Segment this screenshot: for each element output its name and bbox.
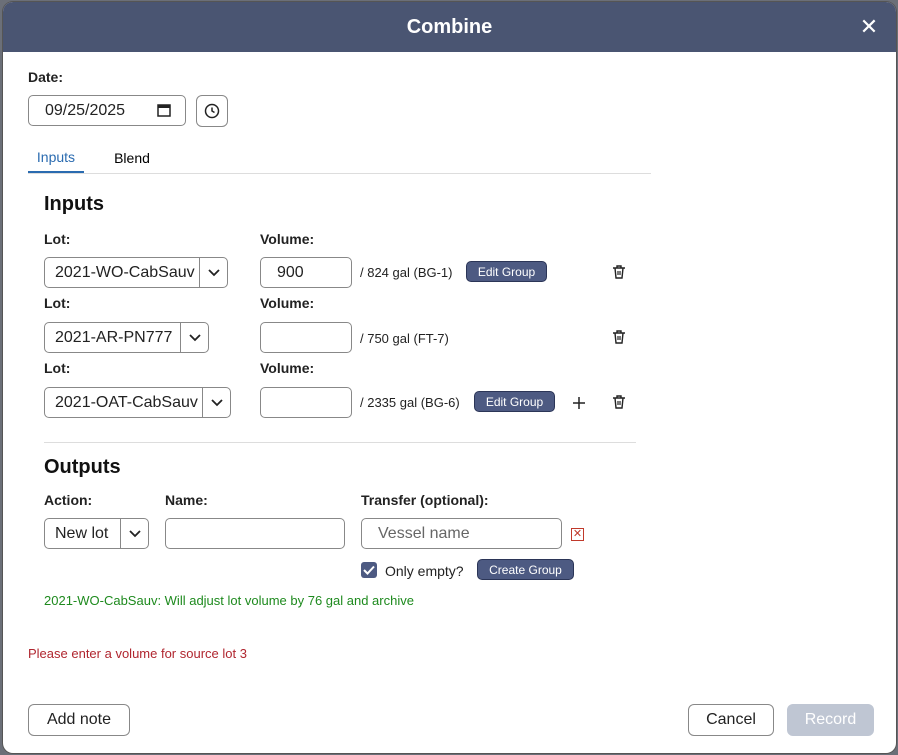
lot-select-value: 2021-OAT-CabSauv [55,393,198,411]
volume-label: Volume: [260,231,315,247]
lot-label: Lot: [44,295,71,311]
volume-input-2[interactable] [260,322,352,353]
cancel-button[interactable]: Cancel [688,704,774,736]
chevron-down-icon [202,388,230,417]
transfer-label: Transfer (optional): [361,492,489,508]
name-label: Name: [165,492,208,508]
info-message: 2021-WO-CabSauv: Will adjust lot volume … [44,593,414,608]
volume-capacity: / 750 gal (FT-7) [360,331,449,346]
lot-select-value: 2021-AR-PN777 [55,328,173,346]
lot-select-1[interactable]: 2021-WO-CabSauv [44,257,228,288]
lot-select-3[interactable]: 2021-OAT-CabSauv [44,387,231,418]
outputs-heading: Outputs [44,456,121,478]
calendar-icon[interactable] [157,103,171,117]
volume-input-1[interactable]: 900 [260,257,352,288]
check-icon [363,565,375,575]
date-input[interactable]: 09/25/2025 [28,95,186,126]
record-button[interactable]: Record [787,704,874,736]
action-select-value: New lot [55,524,109,542]
create-group-button[interactable]: Create Group [477,559,574,580]
action-label: Action: [44,492,93,508]
tab-bar: Inputs Blend [28,142,651,174]
time-button[interactable] [196,95,228,127]
only-empty-label: Only empty? [385,563,464,579]
tab-blend[interactable]: Blend [104,142,160,173]
close-icon[interactable]: ✕ [856,14,882,40]
trash-icon[interactable] [611,264,627,280]
chevron-down-icon [199,258,227,287]
date-label: Date: [28,69,64,85]
volume-capacity: / 2335 gal (BG-6) [360,395,460,410]
plus-icon[interactable] [572,396,586,410]
dialog-title: Combine [406,15,493,38]
section-divider [44,442,636,443]
add-note-button[interactable]: Add note [28,704,130,736]
volume-label: Volume: [260,295,315,311]
chevron-down-icon [120,519,148,548]
lot-label: Lot: [44,231,71,247]
volume-input-3[interactable] [260,387,352,418]
dialog-header: Combine ✕ [3,2,896,52]
inputs-heading: Inputs [44,193,104,215]
vessel-name-input[interactable]: Vessel name [361,518,562,549]
clear-vessel-icon[interactable]: ✕ [571,528,584,541]
lot-select-value: 2021-WO-CabSauv [55,263,195,281]
edit-group-button[interactable]: Edit Group [474,391,555,412]
name-input[interactable] [165,518,345,549]
lot-label: Lot: [44,360,71,376]
clock-icon [204,103,220,119]
only-empty-checkbox[interactable] [361,562,377,578]
tab-inputs[interactable]: Inputs [28,142,84,173]
lot-select-2[interactable]: 2021-AR-PN777 [44,322,209,353]
action-select[interactable]: New lot [44,518,149,549]
volume-label: Volume: [260,360,315,376]
edit-group-button[interactable]: Edit Group [466,261,547,282]
date-value: 09/25/2025 [45,101,126,119]
error-message: Please enter a volume for source lot 3 [28,646,247,661]
trash-icon[interactable] [611,394,627,410]
combine-dialog: Combine ✕ Date: 09/25/2025 Inputs Blend … [3,2,896,753]
chevron-down-icon [180,323,208,352]
volume-capacity: / 824 gal (BG-1) [360,265,453,280]
trash-icon[interactable] [611,329,627,345]
